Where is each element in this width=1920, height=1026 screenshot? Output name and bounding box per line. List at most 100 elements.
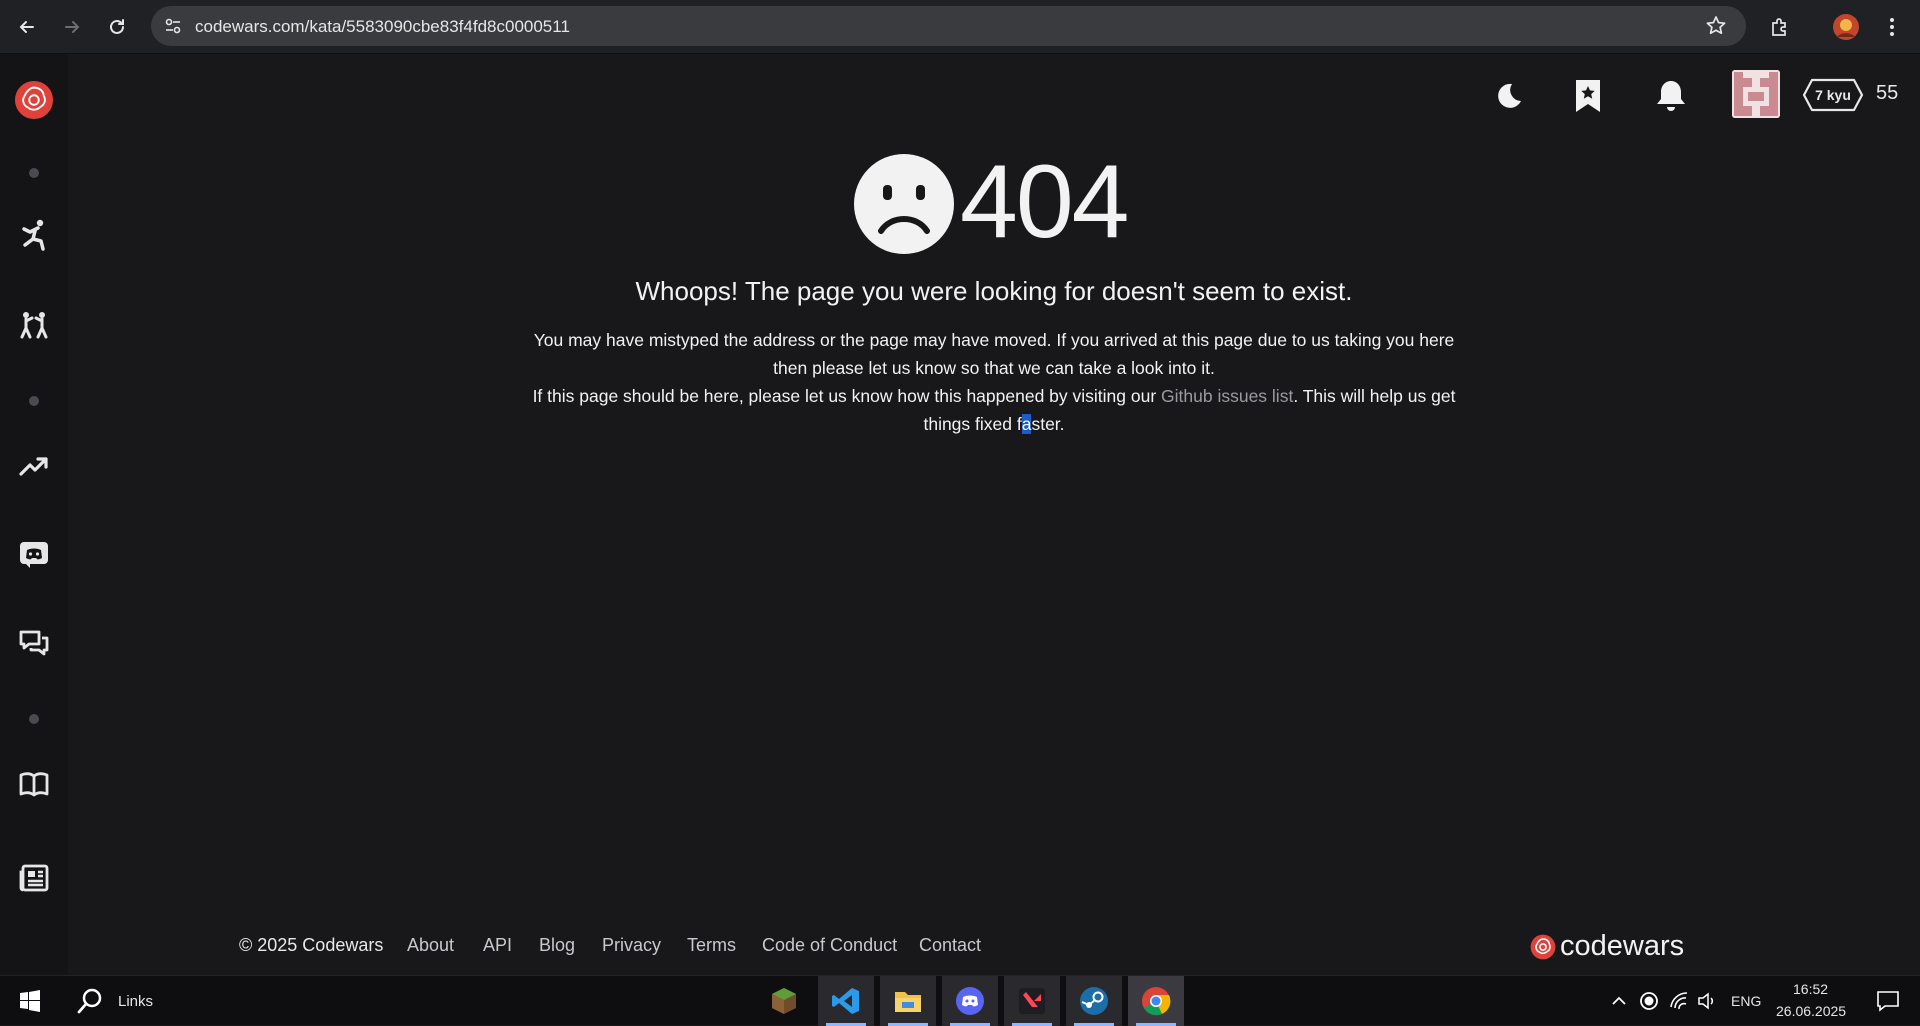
- taskbar-search-label: Links: [118, 992, 154, 1010]
- sidebar-item-training[interactable]: [14, 214, 54, 254]
- kebab-menu-icon: [1890, 18, 1894, 36]
- sidebar-item-docs[interactable]: [14, 764, 54, 804]
- profile-avatar-button[interactable]: [1829, 10, 1863, 44]
- clock-time[interactable]: 16:52: [1793, 981, 1828, 997]
- newspaper-icon: [19, 864, 49, 892]
- windows-logo-icon: [20, 990, 40, 1012]
- tray-record-button[interactable]: [1635, 976, 1663, 1026]
- footer-brand-name: codewars: [1560, 930, 1685, 962]
- url-text: codewars.com/kata/5583090cbe83f4fd8c0000…: [195, 17, 570, 36]
- taskbar-search[interactable]: Links: [70, 976, 230, 1026]
- reload-icon: [110, 19, 124, 34]
- notifications-button[interactable]: [1651, 76, 1691, 116]
- forward-button[interactable]: [55, 10, 89, 44]
- speaker-icon: [1698, 992, 1714, 1010]
- bookmarks-button[interactable]: [1568, 76, 1608, 116]
- user-avatar[interactable]: [1732, 70, 1780, 118]
- taskbar-app-discord[interactable]: [942, 976, 998, 1026]
- address-bar[interactable]: codewars.com/kata/5583090cbe83f4fd8c0000…: [151, 6, 1746, 46]
- search-icon: [77, 988, 102, 1014]
- sidebar-item-leaderboards[interactable]: [14, 446, 54, 486]
- start-button[interactable]: [2, 976, 58, 1026]
- codewars-logo-icon: [1530, 934, 1556, 959]
- steam-icon: [1080, 987, 1108, 1015]
- sidebar-divider-dot: [29, 714, 39, 724]
- sparring-figures-icon: [20, 312, 48, 339]
- chevron-up-icon: [1612, 996, 1626, 1005]
- back-button[interactable]: [10, 10, 44, 44]
- identicon-image: [1732, 70, 1780, 118]
- arrow-left-icon: [19, 21, 34, 33]
- chat-bubbles-icon: [19, 630, 49, 656]
- footer-copyright: © 2025 Codewars: [239, 935, 384, 955]
- chrome-icon: [1142, 987, 1171, 1016]
- trending-up-icon: [19, 457, 48, 476]
- taskbar-app-chrome[interactable]: [1128, 976, 1184, 1026]
- open-book-icon: [19, 772, 49, 797]
- moon-icon: [1498, 83, 1521, 108]
- error-message-line-2: If this page should be here, please let …: [524, 382, 1464, 438]
- error-code: 404: [960, 144, 1130, 260]
- browser-toolbar: codewars.com/kata/5583090cbe83f4fd8c0000…: [0, 0, 1920, 54]
- footer-link-blog[interactable]: Blog: [539, 935, 575, 956]
- tray-network-button[interactable]: [1665, 976, 1693, 1026]
- bookmark-star-icon[interactable]: [1704, 14, 1728, 38]
- wifi-icon: [1670, 992, 1688, 1010]
- codewars-logo-icon: [14, 80, 54, 120]
- clock-date[interactable]: 26.06.2025: [1776, 1003, 1846, 1019]
- footer-link-contact[interactable]: Contact: [919, 935, 981, 956]
- sidebar-divider-dot: [29, 396, 39, 406]
- sidebar: [0, 54, 68, 975]
- sidebar-item-discord[interactable]: [14, 534, 54, 574]
- extensions-button[interactable]: [1763, 10, 1797, 44]
- theme-toggle-button[interactable]: [1488, 76, 1528, 116]
- taskbar-app-valorant[interactable]: [1004, 976, 1060, 1026]
- footer-brand[interactable]: codewars: [1530, 930, 1684, 963]
- text-selection: a: [1021, 414, 1032, 434]
- folder-icon: [895, 992, 921, 1012]
- error-headline: Whoops! The page you were looking for do…: [635, 276, 1353, 306]
- tray-volume-button[interactable]: [1693, 976, 1721, 1026]
- honor-count: 55: [1876, 82, 1899, 104]
- arrow-right-icon: [65, 21, 80, 33]
- error-message-text: ster.: [1031, 414, 1065, 434]
- site-info-icon[interactable]: [161, 14, 185, 38]
- error-message-text: If this page should be here, please let …: [532, 386, 1162, 406]
- tray-overflow-button[interactable]: [1605, 976, 1633, 1026]
- taskbar-app-explorer[interactable]: [880, 976, 936, 1026]
- taskbar-app-minecraft[interactable]: [756, 976, 812, 1026]
- speech-bubble-icon: [1877, 991, 1899, 1012]
- reload-button[interactable]: [100, 10, 134, 44]
- sidebar-item-practice[interactable]: [14, 306, 54, 346]
- discord-icon: [20, 542, 48, 568]
- valorant-icon: [1019, 988, 1045, 1014]
- footer-link-api[interactable]: API: [483, 935, 512, 956]
- profile-avatar-icon: [1833, 14, 1859, 40]
- github-issues-link[interactable]: Github issues list: [1161, 386, 1293, 406]
- input-language[interactable]: ENG: [1731, 993, 1761, 1009]
- windows-taskbar: Links ENG 16:52 26.06.2025: [0, 975, 1920, 1026]
- discord-icon: [956, 987, 984, 1015]
- codewars-logo-link[interactable]: [14, 80, 54, 120]
- bell-icon: [1657, 81, 1685, 111]
- footer-link-code-of-conduct[interactable]: Code of Conduct: [762, 935, 897, 956]
- kick-figure-icon: [22, 219, 45, 251]
- sidebar-item-blog[interactable]: [14, 858, 54, 898]
- minecraft-icon: [772, 988, 796, 1014]
- sad-face-icon: [854, 154, 954, 254]
- notification-center-button[interactable]: [1860, 976, 1916, 1026]
- error-message-line-1: You may have mistyped the address or the…: [533, 330, 1455, 378]
- bookmark-star-icon: [1576, 80, 1600, 112]
- taskbar-app-steam[interactable]: [1066, 976, 1122, 1026]
- sidebar-item-discussions[interactable]: [14, 624, 54, 664]
- taskbar-app-vscode[interactable]: [818, 976, 874, 1026]
- sidebar-divider-dot: [29, 168, 39, 178]
- record-icon: [1640, 992, 1658, 1010]
- error-message: You may have mistyped the address or the…: [524, 326, 1464, 438]
- vscode-icon: [832, 988, 859, 1014]
- footer-link-terms[interactable]: Terms: [687, 935, 736, 956]
- browser-menu-button[interactable]: [1875, 10, 1909, 44]
- rank-label: 7 kyu: [1815, 87, 1851, 103]
- footer-link-about[interactable]: About: [407, 935, 454, 956]
- footer-link-privacy[interactable]: Privacy: [602, 935, 661, 956]
